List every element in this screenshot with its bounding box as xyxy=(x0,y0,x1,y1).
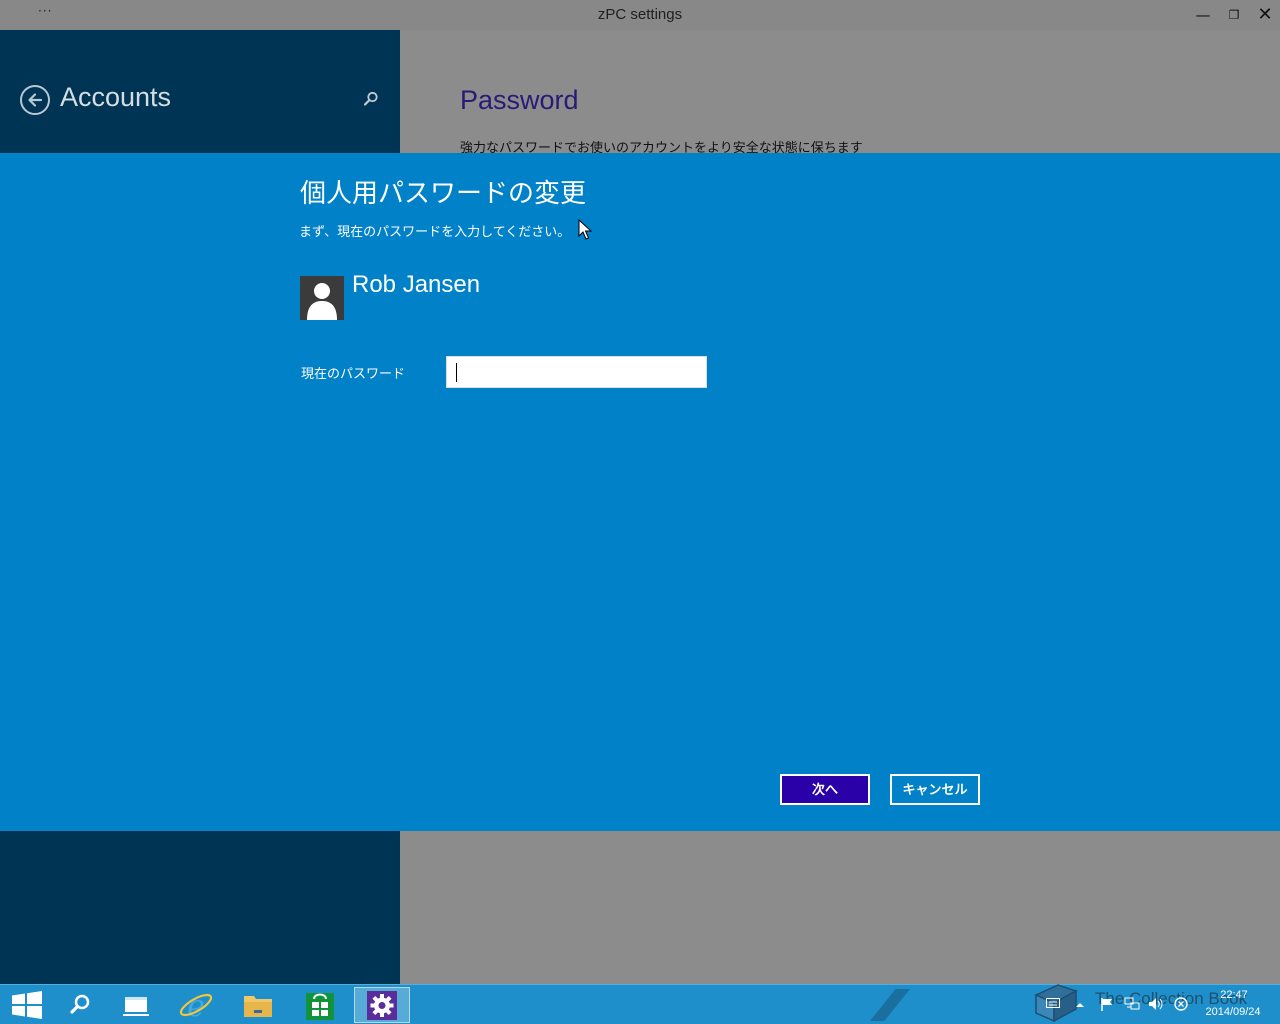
decorative-stripe xyxy=(870,989,910,1021)
task-view-icon xyxy=(123,997,149,1016)
cancel-button[interactable]: キャンセル xyxy=(890,774,980,805)
search-icon[interactable] xyxy=(362,90,380,108)
avatar xyxy=(300,276,344,320)
dialog-subtitle: まず、現在のパスワードを入力してください。 xyxy=(299,224,571,239)
file-explorer-icon xyxy=(244,996,272,1017)
start-icon xyxy=(12,991,42,1019)
chevron-up-icon[interactable] xyxy=(1075,1001,1085,1009)
taskbar: e The Collection Book 22:47 2014/09/24 xyxy=(0,984,1280,1024)
back-arrow-icon xyxy=(28,93,43,107)
taskbar-ie-button[interactable]: e xyxy=(168,987,224,1024)
taskbar-settings-button[interactable] xyxy=(354,987,410,1023)
maximize-button[interactable]: ❐ xyxy=(1219,3,1249,27)
svg-text:e: e xyxy=(187,989,205,1023)
volume-icon[interactable] xyxy=(1148,997,1164,1011)
store-icon xyxy=(306,993,334,1020)
clock-time[interactable]: 22:47 xyxy=(1212,989,1256,1001)
search-icon xyxy=(70,994,90,1014)
change-password-dialog: 個人用パスワードの変更 まず、現在のパスワードを入力してください。 Rob Ja… xyxy=(0,153,1280,831)
settings-icon xyxy=(367,991,397,1020)
mouse-cursor-icon xyxy=(578,219,592,240)
network-icon[interactable] xyxy=(1124,997,1140,1011)
taskbar-search-button[interactable] xyxy=(52,987,108,1023)
status-x-icon[interactable] xyxy=(1174,997,1188,1011)
accounts-heading: Accounts xyxy=(60,82,172,112)
next-button[interactable]: 次へ xyxy=(780,774,870,805)
current-password-label: 現在のパスワード xyxy=(301,366,406,381)
user-silhouette-icon xyxy=(307,283,337,320)
title-bar: ··· zPC settings — ❐ ✕ xyxy=(0,0,1280,30)
window-title: zPC settings xyxy=(597,6,683,23)
internet-explorer-icon: e xyxy=(179,989,213,1024)
keyboard-icon[interactable] xyxy=(1046,997,1060,1009)
task-view-button[interactable] xyxy=(108,987,164,1023)
text-caret xyxy=(456,363,457,382)
current-password-input[interactable] xyxy=(446,356,707,388)
taskbar-store-button[interactable] xyxy=(292,987,348,1023)
flag-icon[interactable] xyxy=(1100,997,1114,1011)
user-name: Rob Jansen xyxy=(352,271,481,298)
close-button[interactable]: ✕ xyxy=(1250,3,1280,27)
dialog-title: 個人用パスワードの変更 xyxy=(300,178,587,208)
taskbar-explorer-button[interactable] xyxy=(230,987,286,1023)
password-heading: Password xyxy=(460,85,579,115)
start-button[interactable] xyxy=(0,987,56,1023)
clock-date[interactable]: 2014/09/24 xyxy=(1198,1006,1268,1018)
back-button[interactable] xyxy=(20,85,50,115)
minimize-button[interactable]: — xyxy=(1188,3,1218,27)
